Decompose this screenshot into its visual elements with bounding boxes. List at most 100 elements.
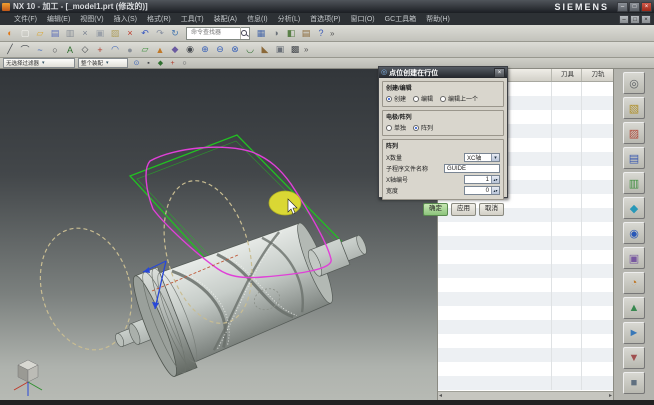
menu-item[interactable]: 窗口(O) — [347, 14, 379, 24]
hd3d-tool-icon[interactable]: ◆ — [623, 197, 645, 219]
cancel-button[interactable]: 取消 — [479, 203, 504, 216]
table-row[interactable] — [438, 376, 613, 390]
center-icon[interactable]: ○ — [179, 59, 190, 68]
subtract-icon[interactable]: ⊖ — [213, 43, 227, 56]
chamfer-icon[interactable]: ◣ — [258, 43, 272, 56]
print-icon[interactable]: ▥ — [63, 27, 77, 40]
menu-item[interactable]: 装配(A) — [210, 14, 241, 24]
window-layout-icon[interactable]: ▦ — [254, 27, 268, 40]
table-row[interactable] — [438, 334, 613, 348]
revolve-icon[interactable]: ◆ — [168, 43, 182, 56]
table-row[interactable] — [438, 264, 613, 278]
profile-icon[interactable]: ◠ — [108, 43, 122, 56]
help-icon[interactable]: ? — [314, 27, 328, 40]
child-restore-button[interactable]: □ — [630, 15, 640, 24]
part-navigator-icon[interactable]: ▤ — [623, 147, 645, 169]
ok-button[interactable]: 确定 — [423, 203, 448, 216]
line-icon[interactable]: ╱ — [3, 43, 17, 56]
dialog-title-bar[interactable]: ◎ 点位创建在行位 × — [379, 67, 507, 78]
reuse-library-icon[interactable]: ▥ — [623, 172, 645, 194]
assembly-navigator-icon[interactable]: ▧ — [623, 97, 645, 119]
menu-item[interactable]: 视图(V) — [76, 14, 107, 24]
close-icon[interactable]: × — [494, 68, 505, 78]
table-row[interactable] — [438, 292, 613, 306]
menu-item[interactable]: 分析(L) — [274, 14, 305, 24]
stepper-arrows-icon[interactable]: ▴▾ — [491, 176, 499, 183]
menu-item[interactable]: GC工具箱 — [381, 14, 421, 24]
snap-point-icon[interactable]: ⊙ — [131, 59, 142, 68]
scroll-left-icon[interactable]: ◂ — [439, 393, 442, 399]
table-row[interactable] — [438, 250, 613, 264]
table-row[interactable] — [438, 306, 613, 320]
child-close-button[interactable]: × — [641, 15, 651, 24]
close-button[interactable]: × — [641, 2, 652, 12]
column-header-toolpath[interactable]: 刀轨 — [582, 69, 612, 81]
axis-dropdown[interactable]: XC轴 ▾ — [464, 153, 500, 162]
constraint-navigator-icon[interactable]: ▨ — [623, 122, 645, 144]
menu-item[interactable]: 文件(F) — [10, 14, 41, 24]
gear-icon[interactable]: ◎ — [623, 72, 645, 94]
minimize-button[interactable]: – — [617, 2, 628, 12]
width-stepper[interactable]: 0 ▴▾ — [464, 186, 500, 195]
menu-item[interactable]: 信息(I) — [243, 14, 272, 24]
open-icon[interactable]: ▱ — [33, 27, 47, 40]
unite-icon[interactable]: ⊕ — [198, 43, 212, 56]
highlighted-face[interactable] — [269, 191, 301, 215]
menu-item[interactable]: 插入(S) — [110, 14, 141, 24]
toolbar-overflow-icon[interactable]: » — [330, 29, 334, 38]
intersection-icon[interactable]: + — [167, 59, 178, 68]
redo-icon[interactable]: ↷ — [153, 27, 167, 40]
blend-icon[interactable]: ◡ — [243, 43, 257, 56]
undo-icon[interactable]: ↶ — [138, 27, 152, 40]
menu-item[interactable]: 工具(T) — [177, 14, 208, 24]
radio-single[interactable]: 单独 — [386, 123, 406, 132]
table-row[interactable] — [438, 236, 613, 250]
selection-filter-dropdown[interactable]: 无选择过滤器 ▾ — [3, 58, 75, 68]
command-finder[interactable]: 命令查找器 — [186, 27, 250, 40]
snap-view-icon[interactable]: ▤ — [299, 27, 313, 40]
menu-item[interactable]: 帮助(H) — [422, 14, 454, 24]
menu-item[interactable]: 编辑(E) — [43, 14, 74, 24]
midpoint-icon[interactable]: ◆ — [155, 59, 166, 68]
touch-mode-icon[interactable]: ► — [623, 322, 645, 344]
maximize-button[interactable]: □ — [629, 2, 640, 12]
new-file-icon[interactable]: ▢ — [18, 27, 32, 40]
copy-icon[interactable]: ▣ — [93, 27, 107, 40]
child-minimize-button[interactable]: – — [619, 15, 629, 24]
filename-input[interactable]: GUIDE — [444, 164, 500, 173]
endpoint-icon[interactable]: ▪ — [143, 59, 154, 68]
cut-icon[interactable]: × — [78, 27, 92, 40]
save-icon[interactable]: ▤ — [48, 27, 62, 40]
table-row[interactable] — [438, 278, 613, 292]
start-menu-icon[interactable]: ◐ — [3, 27, 17, 40]
ellipse-icon[interactable]: ◇ — [78, 43, 92, 56]
menu-item[interactable]: 格式(R) — [143, 14, 175, 24]
table-row[interactable] — [438, 320, 613, 334]
table-row[interactable] — [438, 348, 613, 362]
text-icon[interactable]: A — [63, 43, 77, 56]
roles-icon[interactable]: ▼ — [623, 347, 645, 369]
table-row[interactable] — [438, 362, 613, 376]
table-row[interactable] — [438, 222, 613, 236]
hole-icon[interactable]: ◉ — [183, 43, 197, 56]
point-icon[interactable]: + — [93, 43, 107, 56]
radio-array[interactable]: 阵列 — [413, 123, 433, 132]
graphics-viewport[interactable] — [0, 69, 437, 400]
stepper-arrows-icon[interactable]: ▴▾ — [491, 187, 499, 194]
sphere-icon[interactable]: ● — [123, 43, 137, 56]
shaded-view-icon[interactable]: ◑ — [269, 27, 283, 40]
toolbar2-overflow-icon[interactable]: » — [304, 45, 308, 54]
radio-edit[interactable]: 编辑 — [413, 94, 433, 103]
web-browser-icon[interactable]: ◉ — [623, 222, 645, 244]
shell-icon[interactable]: ▣ — [273, 43, 287, 56]
intersect-icon[interactable]: ⊗ — [228, 43, 242, 56]
circle-icon[interactable]: ○ — [48, 43, 62, 56]
selection-scope-dropdown[interactable]: 整个装配 ▾ — [78, 58, 128, 68]
delete-icon[interactable]: × — [123, 27, 137, 40]
extrude-icon[interactable]: ▲ — [153, 43, 167, 56]
history-icon[interactable]: ◔ — [623, 272, 645, 294]
menu-item[interactable]: 首选项(P) — [306, 14, 344, 24]
datum-plane-icon[interactable]: ▱ — [138, 43, 152, 56]
paste-icon[interactable]: ▨ — [108, 27, 122, 40]
pattern-icon[interactable]: ▩ — [288, 43, 302, 56]
